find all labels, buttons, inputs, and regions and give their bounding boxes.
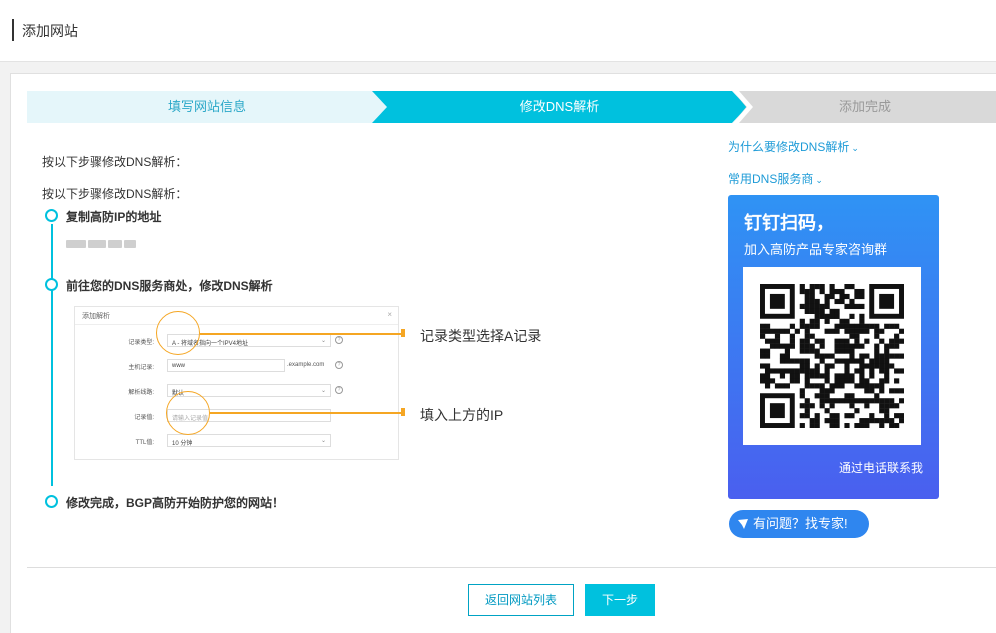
dialog-row-line: 解析线路: 默认 ⌄ ? [75,384,400,398]
intro-text-2: 按以下步骤修改DNS解析： [42,187,188,201]
link-label: 常用DNS服务商 [728,172,814,186]
callout-marker-fill-ip [401,408,405,416]
timeline-dot-2 [45,278,58,291]
timeline-step-2: 前往您的DNS服务商处，修改DNS解析 [66,279,273,293]
close-icon: × [387,310,392,319]
dialog-row-record-type: 记录类型: A - 将域名指向一个IPV4地址 ⌄ ? [75,334,400,348]
step-modify-dns: 修改DNS解析 [372,91,747,123]
why-modify-dns-link[interactable]: 为什么要修改DNS解析 ⌄ [728,138,859,155]
row-label: 记录值: [134,415,154,421]
callout-circle-record-type [156,311,200,355]
expert-button-label: 有问题？找专家! [753,516,848,531]
chevron-down-icon: ⌄ [320,388,326,394]
timeline-dot-3 [45,495,58,508]
callout-circle-fill-ip [166,391,210,435]
callout-line-fill-ip [210,412,402,414]
qr-code-icon [760,284,904,428]
timeline-step-3: 修改完成，BGP高防开始防护您的网站！ [66,496,285,510]
row-value: 10 分钟 [172,441,193,447]
dns-providers-link[interactable]: 常用DNS服务商 ⌄ [728,170,823,187]
help-icon: ? [335,336,343,344]
intro-text-1: 按以下步骤修改DNS解析： [42,155,188,169]
chevron-down-icon: ⌄ [851,143,859,153]
ttl-select: 10 分钟 ⌄ [167,434,331,447]
step-complete: 添加完成 [733,91,996,123]
dns-dialog-screenshot: 添加解析 × 记录类型: A - 将域名指向一个IPV4地址 ⌄ ? 主机记录:… [74,306,399,460]
chevron-down-icon: ⌄ [320,338,326,344]
help-icon: ? [335,361,343,369]
contact-by-phone-link[interactable]: 通过电话联系我 [839,459,923,476]
page-header: 添加网站 [0,0,996,62]
timeline-step-1: 复制高防IP的地址 [66,210,162,224]
callout-line-record-type [200,333,402,335]
callout-marker-record-type [401,329,405,337]
chevron-down-icon: ⌄ [320,438,326,444]
domain-suffix: .example.com [287,362,325,368]
row-value: www [172,363,185,369]
dingtalk-promo-card: 钉钉扫码， 加入高防产品专家咨询群 通过电话联系我 [728,195,939,499]
next-step-button[interactable]: 下一步 [585,584,655,616]
host-input: www [167,359,285,372]
chevron-down-icon: ⌄ [815,175,823,185]
row-label: TTL值: [135,440,154,446]
promo-subtitle: 加入高防产品专家咨询群 [744,242,888,257]
page-title: 添加网站 [22,23,78,39]
dialog-row-ttl: TTL值: 10 分钟 ⌄ [75,434,400,448]
callout-record-type: 记录类型选择A记录 [420,328,542,344]
footer-divider [27,567,996,568]
promo-title: 钉钉扫码， [744,213,834,233]
link-label: 为什么要修改DNS解析 [728,140,850,154]
row-label: 记录类型: [128,340,154,346]
dialog-header: 添加解析 × [75,307,398,325]
title-accent-bar [12,19,14,41]
help-icon: ? [335,386,343,394]
callout-fill-ip: 填入上方的IP [420,407,504,423]
timeline-line [51,224,53,486]
qr-code [743,267,921,445]
row-label: 主机记录: [128,365,154,371]
dialog-title: 添加解析 [82,313,110,320]
row-label: 解析线路: [128,390,154,396]
ask-expert-button[interactable]: 有问题？找专家! [729,510,869,538]
back-to-site-list-button[interactable]: 返回网站列表 [468,584,574,616]
dialog-row-host: 主机记录: www .example.com ? [75,359,400,373]
timeline-dot-1 [45,209,58,222]
main-panel: 填写网站信息 修改DNS解析 添加完成 按以下步骤修改DNS解析： 按以下步骤修… [10,73,996,633]
dingtalk-icon [738,519,748,529]
ip-address-blurred [66,238,148,250]
step-fill-site-info: 填写网站信息 [27,91,387,123]
step-progress: 填写网站信息 修改DNS解析 添加完成 [27,91,996,123]
